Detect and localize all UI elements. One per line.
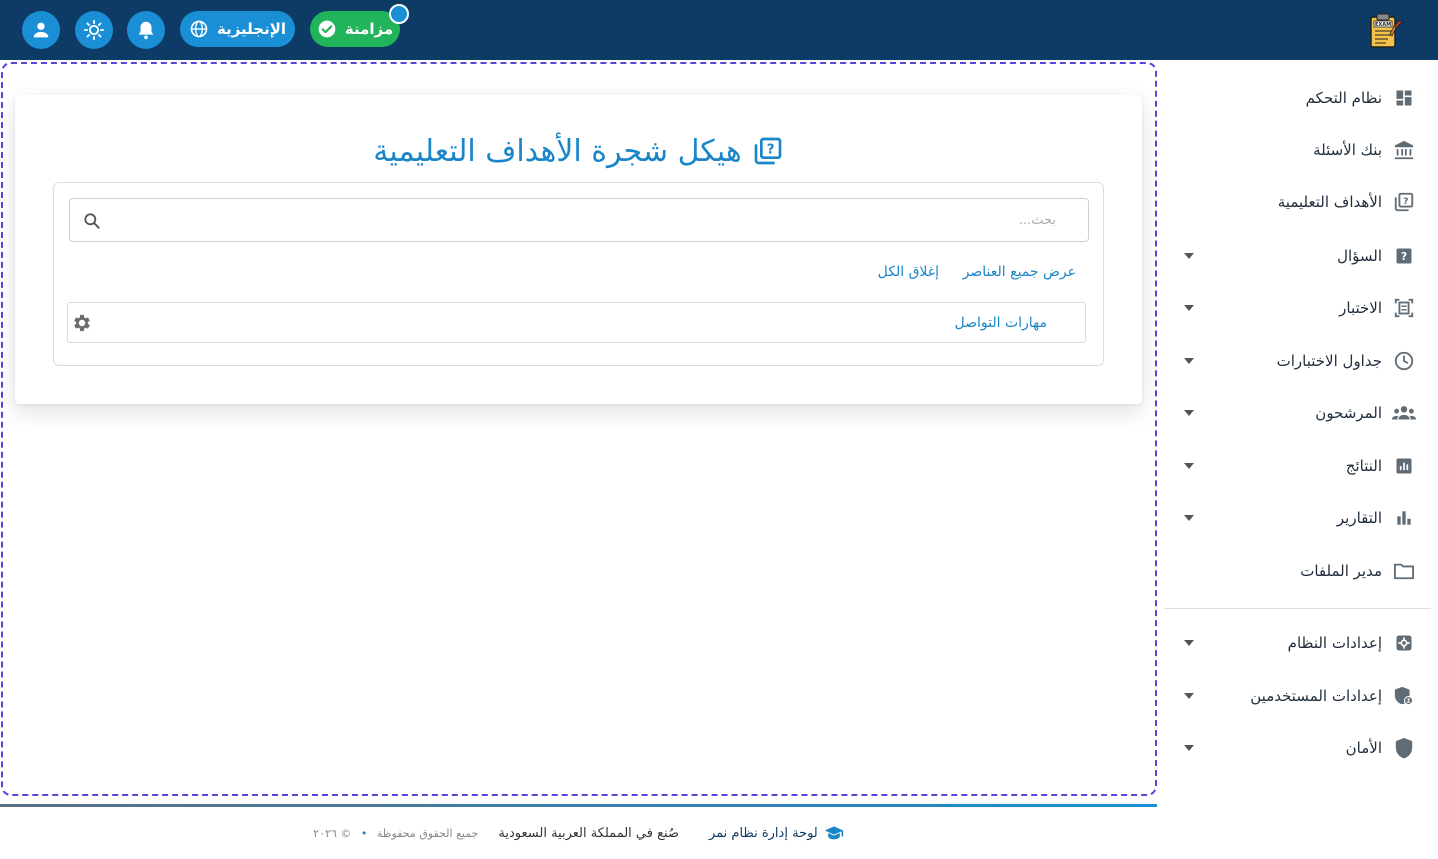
collapse-all-link[interactable]: إغلاق الكل: [878, 264, 939, 280]
expand-all-link[interactable]: عرض جميع العناصر: [963, 264, 1076, 280]
objectives-tree-card: ? هيكل شجرة الأهداف التعليمية عرض جميع ا…: [15, 95, 1142, 404]
sync-label: مزامنة: [344, 20, 394, 38]
svg-text:?: ?: [767, 143, 775, 158]
chevron-down-icon[interactable]: [1184, 693, 1194, 699]
sidebar-item-user-settings[interactable]: إعدادات المستخدمين: [1160, 670, 1438, 722]
footer-separator-dot: •: [360, 826, 368, 840]
shield-icon: [1392, 736, 1416, 760]
chevron-down-icon[interactable]: [1184, 745, 1194, 751]
sidebar-item-system-settings[interactable]: إعدادات النظام: [1160, 617, 1438, 669]
sidebar-divider: [1164, 608, 1431, 609]
sidebar-item-dashboard[interactable]: نظام التحكم: [1160, 72, 1438, 124]
notifications-button[interactable]: [127, 11, 165, 49]
chevron-down-icon[interactable]: [1184, 640, 1194, 646]
search-box: [69, 198, 1089, 242]
footer-brand-text: لوحة إدارة نظام نمر: [708, 825, 818, 841]
exam-clipboard-icon: EXAM: [1370, 13, 1403, 48]
check-circle-icon: [318, 20, 336, 38]
search-icon[interactable]: [82, 211, 102, 231]
sidebar-item-label: إعدادات النظام: [1287, 634, 1382, 652]
bank-icon: [1392, 138, 1416, 162]
sidebar-item-label: إعدادات المستخدمين: [1250, 687, 1382, 705]
quiz-book-icon: ?: [1392, 190, 1416, 214]
sync-button[interactable]: مزامنة: [310, 11, 400, 47]
footer-year: © ٢٠٢٦: [313, 826, 352, 840]
globe-icon: [190, 20, 208, 38]
sidebar-item-label: مدير الملفات: [1300, 562, 1382, 580]
folder-icon: [1392, 559, 1416, 583]
sidebar-item-exam[interactable]: الاختبار: [1160, 282, 1438, 334]
gear-icon[interactable]: [71, 312, 93, 334]
sidebar-item-label: بنك الأسئلة: [1313, 141, 1382, 159]
clock-icon: [1392, 349, 1416, 373]
footer: لوحة إدارة نظام نمر صُنع في المملكة العر…: [0, 807, 1157, 859]
exam-icon: [1392, 296, 1416, 320]
question-icon: ?: [1392, 244, 1416, 268]
chevron-down-icon[interactable]: [1184, 358, 1194, 364]
exam-logo[interactable]: EXAM: [1366, 12, 1404, 50]
sidebar-item-exam-schedules[interactable]: جداول الاختبارات: [1160, 335, 1438, 387]
sidebar-item-file-manager[interactable]: مدير الملفات: [1160, 545, 1438, 597]
theme-toggle-button[interactable]: [75, 11, 113, 49]
footer-made-in: صُنع في المملكة العربية السعودية: [498, 825, 679, 841]
chevron-down-icon[interactable]: [1184, 463, 1194, 469]
tree-panel: عرض جميع العناصر إغلاق الكل مهارات التوا…: [53, 182, 1104, 366]
graduation-cap-icon: [824, 826, 843, 840]
people-icon: [1392, 401, 1416, 425]
chevron-down-icon[interactable]: [1184, 305, 1194, 311]
chevron-down-icon[interactable]: [1184, 253, 1194, 259]
page-title: هيكل شجرة الأهداف التعليمية: [373, 133, 742, 169]
settings-icon: [1392, 631, 1416, 655]
sidebar-item-label: التقارير: [1336, 509, 1382, 527]
dashboard-icon: [1392, 86, 1416, 110]
user-shield-icon: [1392, 684, 1416, 708]
brightness-icon: [83, 19, 105, 41]
sidebar-item-question[interactable]: السؤال ?: [1160, 230, 1438, 282]
svg-text:?: ?: [1403, 196, 1408, 207]
sidebar-item-reports[interactable]: التقارير: [1160, 492, 1438, 544]
svg-text:?: ?: [1401, 250, 1407, 263]
bell-icon: [138, 21, 154, 40]
sidebar-item-label: المرشحون: [1315, 404, 1382, 422]
footer-brand[interactable]: لوحة إدارة نظام نمر: [709, 825, 844, 841]
sidebar: نظام التحكم بنك الأسئلة الأهداف التعليمي…: [1160, 60, 1438, 859]
sidebar-item-learning-objectives[interactable]: الأهداف التعليمية ?: [1160, 176, 1438, 228]
sync-status-dot: [389, 4, 409, 24]
tree-node[interactable]: مهارات التواصل: [67, 302, 1086, 343]
language-button[interactable]: الإنجليزية: [180, 11, 295, 47]
sidebar-item-candidates[interactable]: المرشحون: [1160, 387, 1438, 439]
language-label: الإنجليزية: [216, 20, 287, 38]
sidebar-item-label: النتائج: [1345, 457, 1382, 475]
chevron-down-icon[interactable]: [1184, 515, 1194, 521]
search-input[interactable]: [108, 205, 1058, 235]
results-chart-icon: [1392, 454, 1416, 478]
sidebar-item-label: الاختبار: [1339, 299, 1382, 317]
tree-node-label[interactable]: مهارات التواصل: [955, 315, 1048, 331]
sidebar-item-label: الأهداف التعليمية: [1277, 193, 1382, 211]
sidebar-item-question-bank[interactable]: بنك الأسئلة: [1160, 124, 1438, 176]
sidebar-item-label: الأمان: [1345, 739, 1382, 757]
chevron-down-icon[interactable]: [1184, 410, 1194, 416]
sidebar-item-label: السؤال: [1337, 247, 1382, 265]
user-menu-button[interactable]: [22, 11, 60, 49]
sidebar-item-label: جداول الاختبارات: [1276, 352, 1382, 370]
footer-rights: جميع الحقوق محفوظة: [376, 826, 479, 840]
bar-chart-icon: [1392, 506, 1416, 530]
sidebar-item-security[interactable]: الأمان: [1160, 722, 1438, 774]
user-icon: [33, 22, 49, 38]
svg-text:EXAM: EXAM: [1375, 22, 1391, 28]
footer-copyright: جميع الحقوق محفوظة • © ٢٠٢٦: [313, 827, 478, 840]
top-bar: الإنجليزية مزامنة EXAM: [0, 0, 1438, 60]
page-title-row: ? هيكل شجرة الأهداف التعليمية: [15, 129, 1142, 173]
quiz-book-icon: ?: [754, 137, 782, 165]
sidebar-item-label: نظام التحكم: [1305, 89, 1382, 107]
sidebar-item-results[interactable]: النتائج: [1160, 440, 1438, 492]
